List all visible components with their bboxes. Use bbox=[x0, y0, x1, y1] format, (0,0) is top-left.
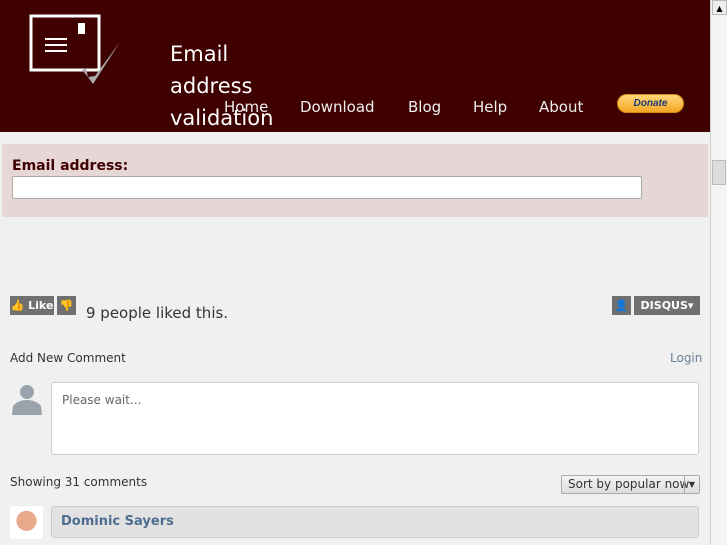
comment-count: Showing 31 comments bbox=[10, 475, 148, 489]
scroll-up-icon[interactable]: ▲ bbox=[712, 0, 727, 15]
like-button[interactable]: 👍 Like bbox=[10, 296, 54, 315]
validation-form: Email address: bbox=[2, 144, 708, 217]
thumbs-down-icon: 👎 bbox=[59, 299, 74, 312]
nav-home[interactable]: Home bbox=[224, 98, 268, 116]
comment-textarea[interactable]: Please wait... bbox=[51, 382, 699, 455]
thumbs-up-icon: 👍 bbox=[10, 299, 25, 312]
site-header: Email address validation Home Download B… bbox=[0, 0, 710, 132]
envelope-check-logo[interactable] bbox=[22, 14, 142, 89]
likes-count: 9 people liked this. bbox=[86, 304, 229, 322]
comment-item: Dominic Sayers bbox=[51, 506, 699, 538]
donate-button[interactable]: Donate bbox=[617, 94, 684, 113]
add-comment-heading: Add New Comment bbox=[10, 351, 126, 365]
nav-about[interactable]: About bbox=[539, 98, 583, 116]
nav-blog[interactable]: Blog bbox=[408, 98, 441, 116]
login-link[interactable]: Login bbox=[670, 351, 702, 365]
user-icon[interactable]: 👤 bbox=[612, 296, 631, 315]
avatar[interactable] bbox=[10, 506, 43, 539]
scrollbar-thumb[interactable] bbox=[712, 160, 726, 185]
nav-help[interactable]: Help bbox=[473, 98, 507, 116]
nav-download[interactable]: Download bbox=[300, 98, 375, 116]
email-label: Email address: bbox=[12, 158, 129, 174]
chevron-down-icon: ▼ bbox=[684, 476, 699, 493]
scrollbar[interactable]: ▲ bbox=[710, 0, 727, 545]
sort-select[interactable]: Sort by popular now ▼ bbox=[561, 475, 700, 494]
site-title: Email address validation bbox=[170, 42, 274, 130]
comment-author-link[interactable]: Dominic Sayers bbox=[61, 514, 174, 529]
dislike-button[interactable]: 👎 bbox=[57, 296, 76, 315]
email-input[interactable] bbox=[12, 176, 642, 199]
disqus-menu[interactable]: DISQUS▾ bbox=[634, 296, 700, 315]
default-avatar-icon bbox=[12, 385, 42, 415]
